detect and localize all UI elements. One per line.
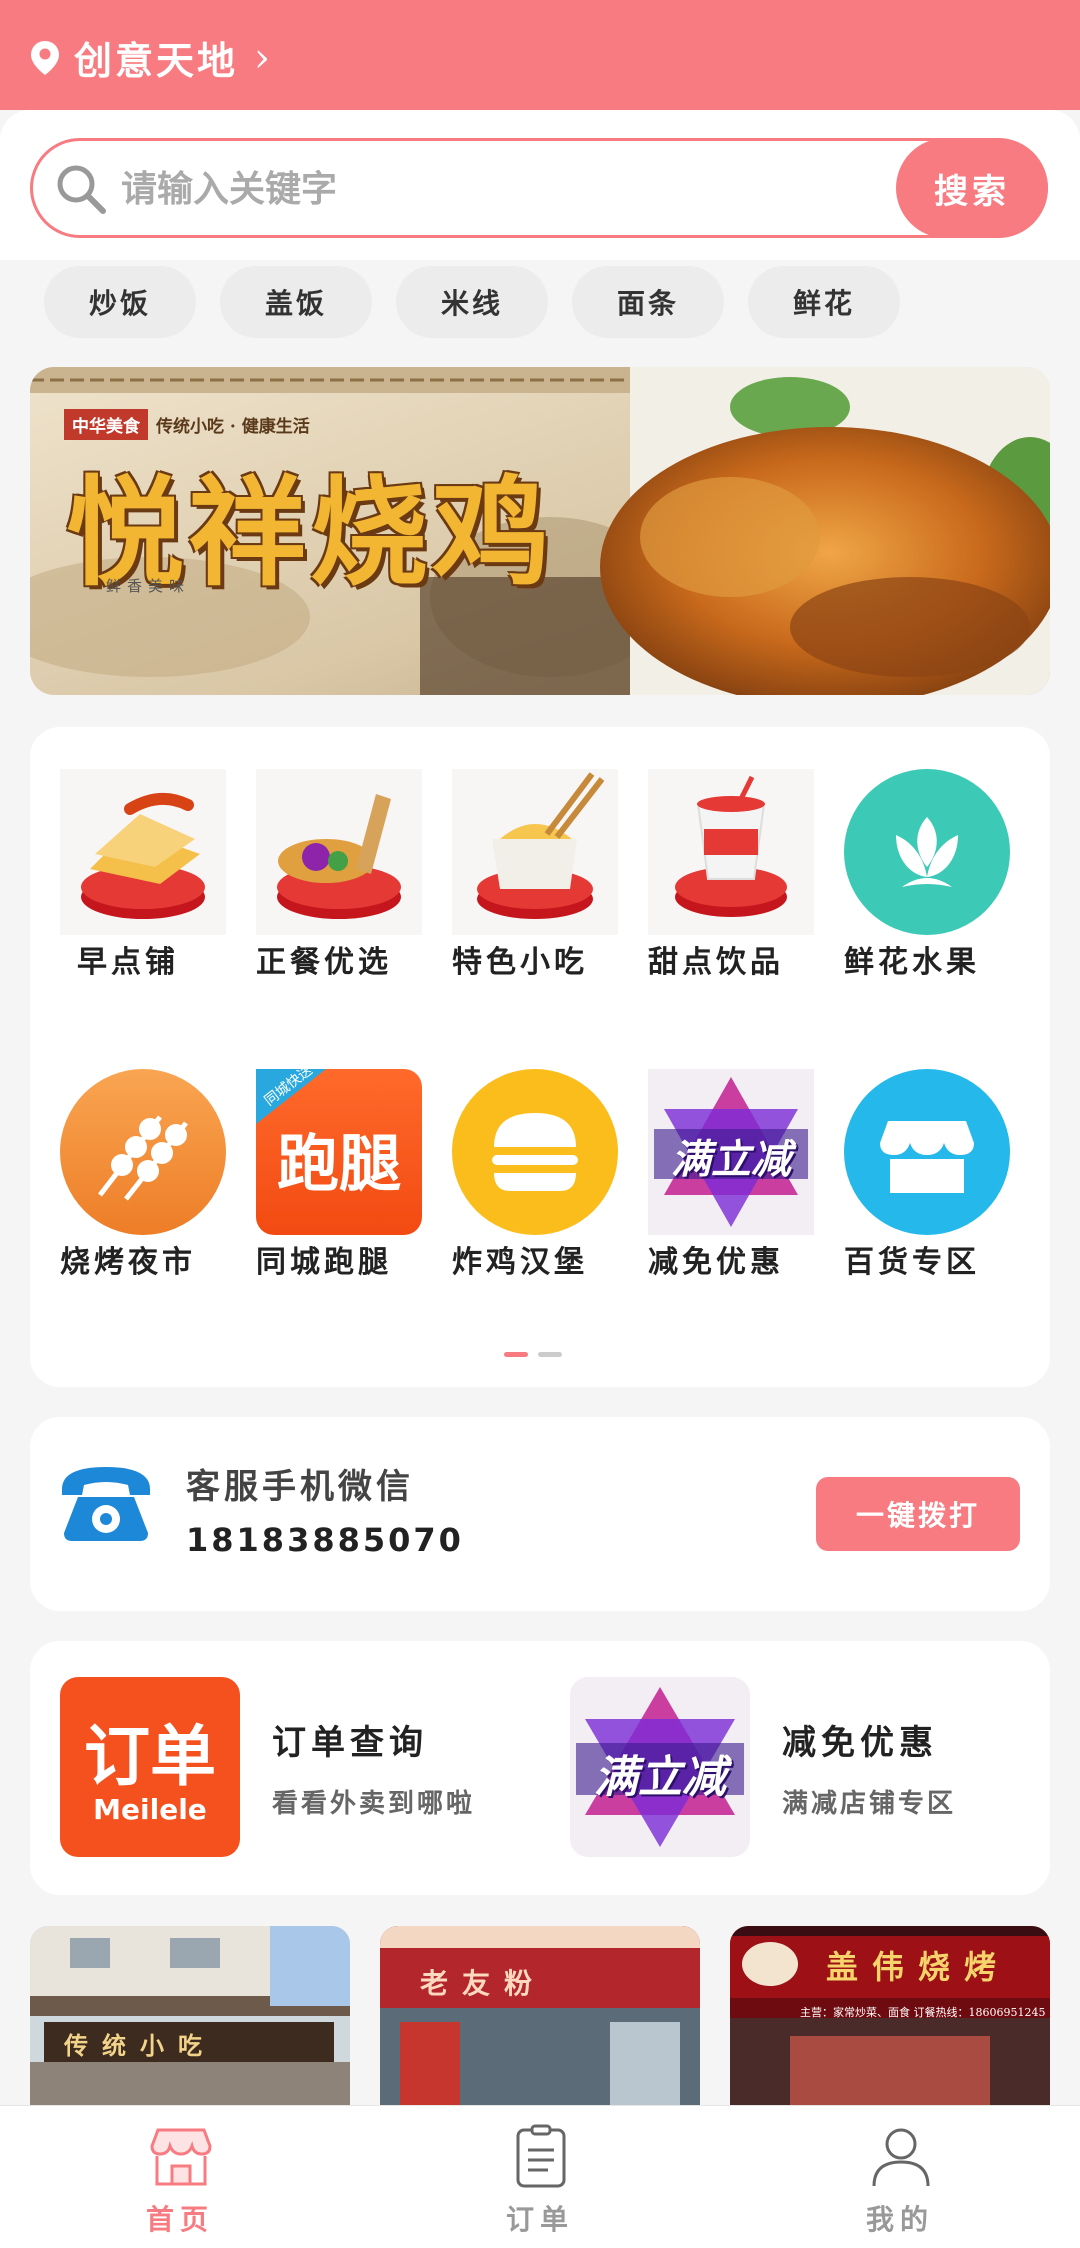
main-meal-icon [256, 769, 422, 935]
promo-banner[interactable]: 中华美食 传统小吃 · 健康生活 悦祥烧鸡 鲜香美味 [30, 367, 1050, 695]
tab-label: 订单 [505, 2203, 574, 2236]
tab-label: 首页 [145, 2203, 214, 2236]
tag-chip[interactable]: 盖饭 [220, 266, 372, 338]
category-main-meal[interactable]: 正餐优选 [226, 727, 422, 980]
bottom-tab-bar: 首页 订单 我的 [0, 2105, 1080, 2248]
tab-profile[interactable]: 我的 [720, 2106, 1080, 2248]
category-label: 甜点饮品 [648, 945, 784, 980]
category-label: 百货专区 [844, 1245, 980, 1280]
category-bbq[interactable]: 烧烤夜市 [30, 1027, 226, 1280]
category-burger[interactable]: 炸鸡汉堡 [422, 1027, 618, 1280]
search-bar: 搜索 [30, 138, 1048, 238]
order-image-text: 订单 [84, 1718, 216, 1795]
order-query-image: 订单 Meilele [60, 1677, 240, 1857]
shop-card[interactable]: 老友粉 [380, 1926, 700, 2106]
discount-icon-text: 满立减 [671, 1137, 791, 1183]
service-phone-number: 18183885070 [186, 1521, 464, 1559]
location-selector[interactable]: 创意天地 › [30, 30, 270, 85]
tag-chip[interactable]: 米线 [396, 266, 548, 338]
customer-service-card: 客服手机微信 18183885070 一键拨打 [30, 1417, 1050, 1611]
shop-sign: 盖伟烧烤 [826, 1948, 1011, 1986]
bbq-icon [60, 1069, 226, 1235]
quick-title: 订单查询 [272, 1723, 428, 1763]
shop-photo [30, 1926, 350, 2106]
category-label: 早点铺 [77, 945, 179, 980]
category-label: 烧烤夜市 [60, 1245, 196, 1280]
category-grid: 早点铺 正餐优选 特色小吃 甜点饮品 鲜花水果 烧烤夜市 同城快送 跑腿 同城跑… [30, 727, 1050, 1387]
service-title: 客服手机微信 [186, 1467, 414, 1507]
category-label: 同城跑腿 [256, 1245, 392, 1280]
tab-home[interactable]: 首页 [0, 2106, 360, 2248]
burger-icon [452, 1069, 618, 1235]
quick-title: 减免优惠 [782, 1723, 938, 1763]
banner-subtitle: 传统小吃 · 健康生活 [156, 417, 310, 437]
store-icon [844, 1069, 1010, 1235]
category-label: 特色小吃 [452, 945, 588, 980]
flower-icon [844, 769, 1010, 935]
category-flower[interactable]: 鲜花水果 [814, 727, 1010, 980]
category-store[interactable]: 百货专区 [814, 1027, 1010, 1280]
tag-chip[interactable]: 面条 [572, 266, 724, 338]
banner-tagline: 中华美食 传统小吃 · 健康生活 [64, 409, 310, 440]
quick-subtitle: 满减店铺专区 [782, 1789, 957, 1819]
category-label: 炸鸡汉堡 [452, 1245, 588, 1280]
category-label: 减免优惠 [648, 1245, 784, 1280]
tab-label: 我的 [865, 2203, 934, 2236]
search-icon [57, 165, 106, 214]
shop-card[interactable]: 传统小吃 [30, 1926, 350, 2106]
location-name: 创意天地 [74, 38, 239, 83]
search-input[interactable] [119, 141, 823, 237]
order-icon [516, 2124, 566, 2188]
discount-entry[interactable]: 满立减 减免优惠 满减店铺专区 [570, 1677, 1050, 1857]
store-icon [150, 2128, 212, 2186]
category-label: 鲜花水果 [844, 945, 980, 980]
snack-icon [452, 769, 618, 935]
discount-image-text: 满立减 [594, 1752, 726, 1803]
breakfast-icon [60, 769, 226, 935]
search-button[interactable]: 搜索 [896, 138, 1048, 238]
dial-button[interactable]: 一键拨打 [816, 1477, 1020, 1551]
quick-subtitle: 看看外卖到哪啦 [272, 1789, 476, 1819]
category-breakfast[interactable]: 早点铺 [30, 727, 226, 980]
category-discount[interactable]: 满立减 减免优惠 [618, 1027, 814, 1280]
tab-orders[interactable]: 订单 [360, 2106, 720, 2248]
drink-icon [648, 769, 814, 935]
page-dot[interactable] [538, 1352, 562, 1357]
category-label: 正餐优选 [256, 945, 392, 980]
shop-photo [380, 1926, 700, 2106]
top-header: 创意天地 › [0, 0, 1080, 110]
shop-sign: 老友粉 [420, 1967, 547, 2000]
category-errand[interactable]: 同城快送 跑腿 同城跑腿 [226, 1027, 422, 1280]
quick-entry-card: 订单 Meilele 订单查询 看看外卖到哪啦 满立减 减免优惠 满减店铺专区 [30, 1641, 1050, 1895]
order-query-entry[interactable]: 订单 Meilele 订单查询 看看外卖到哪啦 [60, 1677, 540, 1857]
category-drink[interactable]: 甜点饮品 [618, 727, 814, 980]
tag-chip[interactable]: 炒饭 [44, 266, 196, 338]
shop-list: 传统小吃 老友粉 盖伟烧烤 主营：家常炒菜、面食 订餐热线：1860695124… [30, 1926, 1050, 2106]
tag-chip[interactable]: 鲜花 [748, 266, 900, 338]
order-image-brand: Meilele [93, 1793, 207, 1826]
grid-pagination [504, 1352, 562, 1357]
hot-tags: 炒饭 盖饭 米线 面条 鲜花 [44, 266, 900, 338]
banner-badge: 中华美食 [64, 409, 148, 440]
banner-caption: 鲜香美味 [106, 577, 191, 595]
shop-sign-sub: 主营：家常炒菜、面食 订餐热线：18606951245 [800, 2006, 1046, 2019]
chevron-right-icon: › [254, 34, 271, 81]
category-snack[interactable]: 特色小吃 [422, 727, 618, 980]
location-pin-icon [31, 40, 59, 75]
user-icon [872, 2128, 930, 2187]
shop-card[interactable]: 盖伟烧烤 主营：家常炒菜、面食 订餐热线：18606951245 [730, 1926, 1050, 2106]
telephone-icon [62, 1467, 150, 1541]
shop-sign: 传统小吃 [64, 2031, 216, 2060]
errand-icon-text: 跑腿 [276, 1127, 401, 1200]
page-dot-active[interactable] [504, 1352, 528, 1357]
discount-image: 满立减 [570, 1677, 750, 1857]
